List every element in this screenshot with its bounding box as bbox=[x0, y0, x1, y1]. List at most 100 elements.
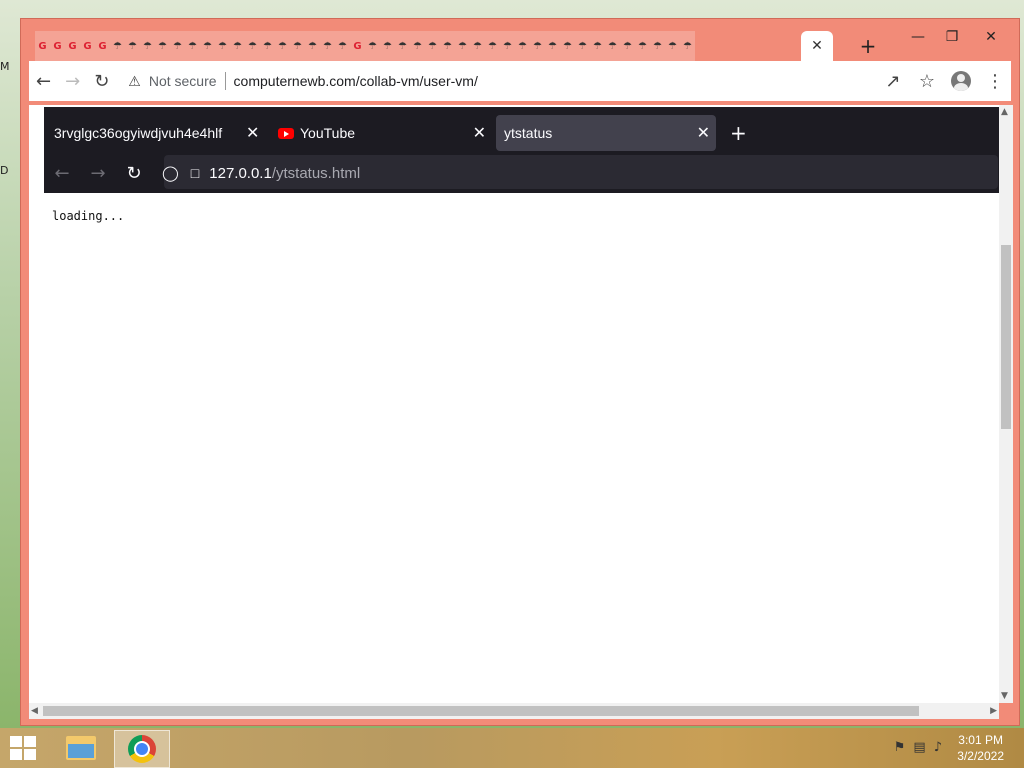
chrome-tab-favicon[interactable]: ☂ bbox=[456, 36, 470, 56]
chrome-tab-favicon[interactable]: ☂ bbox=[471, 36, 485, 56]
close-icon[interactable]: ✕ bbox=[811, 38, 823, 54]
vm-tab-active[interactable]: ytstatus ✕ bbox=[496, 115, 716, 151]
chrome-tab-favicon[interactable]: ☂ bbox=[681, 36, 695, 56]
vm-forward-button[interactable]: → bbox=[80, 157, 116, 189]
chrome-tab-favicon[interactable]: G bbox=[96, 36, 110, 56]
chrome-tab-favicon[interactable]: ☂ bbox=[201, 36, 215, 56]
window-controls: — ❐ ✕ bbox=[901, 25, 1013, 49]
taskbar-file-explorer[interactable] bbox=[54, 730, 108, 766]
pinned-tab-list: G G G G G ☂ ☂ ☂ ☂ ☂ ☂ ☂ ☂ ☂ ☂ ☂ ☂ ☂ ☂ ☂ ☂ G ☂ ☂ ☂ ☂ ☂ ☂ ☂ ☂ ☂ ☂ ☂ ☂ ☂ ☂ ☂ ☂ ☂ ☂… bbox=[35, 31, 695, 61]
chrome-tab-favicon[interactable]: G bbox=[81, 36, 95, 56]
chrome-tab-favicon[interactable]: G bbox=[351, 36, 365, 56]
volume-icon[interactable]: ♪ bbox=[934, 740, 942, 755]
chrome-tab-favicon[interactable]: ☂ bbox=[216, 36, 230, 56]
chrome-tab-favicon[interactable]: ☂ bbox=[546, 36, 560, 56]
kebab-menu-icon: ⋮ bbox=[986, 70, 1004, 92]
vm-address-bar[interactable]: ◯ □ 127.0.0.1/ytstatus.html bbox=[158, 157, 982, 189]
scroll-up-icon[interactable]: ▲ bbox=[1001, 107, 1008, 117]
desktop-icon-label[interactable]: M bbox=[0, 60, 10, 73]
vm-tab[interactable]: 3rvglgc36ogyiwdjvuh4e4hlf bbox=[54, 115, 272, 151]
chrome-tab-favicon[interactable]: ☂ bbox=[381, 36, 395, 56]
close-icon[interactable]: ✕ bbox=[473, 123, 486, 143]
chrome-tab-favicon[interactable]: G bbox=[66, 36, 80, 56]
desktop-icon-label[interactable]: D bbox=[0, 164, 8, 177]
chrome-tab-favicon[interactable]: ☂ bbox=[141, 36, 155, 56]
chrome-tab-favicon[interactable]: ☂ bbox=[666, 36, 680, 56]
reload-button[interactable]: ↻ bbox=[87, 65, 116, 97]
vm-tab-label: YouTube bbox=[300, 125, 356, 141]
bookmark-button[interactable]: ☆ bbox=[911, 65, 943, 97]
vertical-scroll-thumb[interactable] bbox=[1001, 245, 1011, 429]
vm-back-button[interactable]: ← bbox=[44, 157, 80, 189]
new-tab-button[interactable]: + bbox=[855, 31, 881, 61]
url-text[interactable]: computernewb.com/collab-vm/user-vm/ bbox=[234, 73, 478, 89]
chrome-tab-favicon[interactable]: ☂ bbox=[636, 36, 650, 56]
chrome-tab-favicon[interactable]: ☂ bbox=[111, 36, 125, 56]
chrome-tab-favicon[interactable]: ☂ bbox=[606, 36, 620, 56]
chrome-tab-favicon[interactable]: ☂ bbox=[396, 36, 410, 56]
chrome-tab-favicon[interactable]: ☂ bbox=[156, 36, 170, 56]
chrome-tab-favicon[interactable]: ☂ bbox=[516, 36, 530, 56]
vm-tab[interactable]: YouTube ✕ bbox=[278, 115, 492, 151]
chrome-tab-favicon[interactable]: ☂ bbox=[441, 36, 455, 56]
close-icon[interactable]: ✕ bbox=[246, 123, 259, 142]
shield-icon[interactable]: ◯ bbox=[162, 164, 179, 182]
chrome-tab-favicon[interactable]: ☂ bbox=[261, 36, 275, 56]
menu-button[interactable]: ⋮ bbox=[979, 65, 1011, 97]
vertical-scrollbar[interactable]: ▲ ▼ bbox=[999, 105, 1013, 703]
vm-new-tab-button[interactable]: + bbox=[730, 121, 747, 145]
chrome-tab-favicon[interactable]: ☂ bbox=[291, 36, 305, 56]
forward-button[interactable]: → bbox=[58, 65, 87, 97]
share-button[interactable]: ↗ bbox=[877, 65, 909, 97]
chrome-tab-favicon[interactable]: ☂ bbox=[336, 36, 350, 56]
chrome-tab-favicon[interactable]: ☂ bbox=[621, 36, 635, 56]
chrome-tab-favicon[interactable]: ☂ bbox=[531, 36, 545, 56]
page-icon[interactable]: □ bbox=[191, 165, 199, 181]
start-button[interactable] bbox=[8, 734, 40, 762]
chrome-tab-favicon[interactable]: ☂ bbox=[276, 36, 290, 56]
vm-navbar: ← → ↻ ◯ □ 127.0.0.1/ytstatus.html bbox=[44, 155, 999, 191]
chrome-tab-favicon[interactable]: G bbox=[51, 36, 65, 56]
chrome-tab-favicon[interactable]: ☂ bbox=[561, 36, 575, 56]
scroll-left-icon[interactable]: ◀ bbox=[31, 706, 38, 716]
chrome-tab-favicon[interactable]: ☂ bbox=[231, 36, 245, 56]
profile-button[interactable] bbox=[945, 65, 977, 97]
vm-url-path: /ytstatus.html bbox=[271, 164, 361, 182]
network-icon[interactable]: ▤ bbox=[913, 740, 925, 755]
chrome-tab-favicon[interactable]: ☂ bbox=[591, 36, 605, 56]
clock[interactable]: 3:01 PM 3/2/2022 bbox=[957, 732, 1004, 764]
horizontal-scroll-thumb[interactable] bbox=[43, 706, 919, 716]
chrome-tab-favicon[interactable]: ☂ bbox=[486, 36, 500, 56]
chrome-tab-favicon[interactable]: ☂ bbox=[576, 36, 590, 56]
chrome-tab-favicon[interactable]: ☂ bbox=[171, 36, 185, 56]
clock-time: 3:01 PM bbox=[958, 733, 1003, 747]
flag-icon[interactable]: ⚑ bbox=[894, 740, 906, 755]
chrome-tab-favicon[interactable]: G bbox=[36, 36, 50, 56]
chrome-active-tab[interactable]: ✕ bbox=[801, 31, 833, 61]
security-status[interactable]: Not secure bbox=[149, 73, 217, 89]
address-bar[interactable]: ⚠ Not secure computernewb.com/collab-vm/… bbox=[122, 65, 877, 97]
back-button[interactable]: ← bbox=[29, 65, 58, 97]
maximize-icon[interactable]: ❐ bbox=[935, 25, 969, 49]
chrome-tab-favicon[interactable]: ☂ bbox=[501, 36, 515, 56]
close-icon[interactable]: ✕ bbox=[697, 123, 710, 143]
scroll-down-icon[interactable]: ▼ bbox=[1001, 691, 1008, 701]
share-icon: ↗ bbox=[885, 70, 901, 92]
chrome-tab-favicon[interactable]: ☂ bbox=[246, 36, 260, 56]
chrome-tab-favicon[interactable]: ☂ bbox=[126, 36, 140, 56]
vm-page-content: loading... bbox=[44, 195, 999, 695]
horizontal-scrollbar[interactable]: ◀ ▶ bbox=[29, 703, 999, 719]
chrome-tab-favicon[interactable]: ☂ bbox=[366, 36, 380, 56]
chrome-tab-favicon[interactable]: ☂ bbox=[306, 36, 320, 56]
scroll-right-icon[interactable]: ▶ bbox=[990, 706, 997, 716]
chrome-tab-favicon[interactable]: ☂ bbox=[321, 36, 335, 56]
chrome-tab-favicon[interactable]: ☂ bbox=[426, 36, 440, 56]
chrome-tab-favicon[interactable]: ☂ bbox=[411, 36, 425, 56]
minimize-icon[interactable]: — bbox=[901, 25, 935, 49]
taskbar-chrome[interactable] bbox=[114, 730, 170, 768]
chrome-tab-favicon[interactable]: ☂ bbox=[651, 36, 665, 56]
warning-icon[interactable]: ⚠ bbox=[128, 73, 141, 90]
vm-reload-button[interactable]: ↻ bbox=[116, 157, 152, 189]
chrome-tab-favicon[interactable]: ☂ bbox=[186, 36, 200, 56]
close-window-icon[interactable]: ✕ bbox=[969, 25, 1013, 49]
